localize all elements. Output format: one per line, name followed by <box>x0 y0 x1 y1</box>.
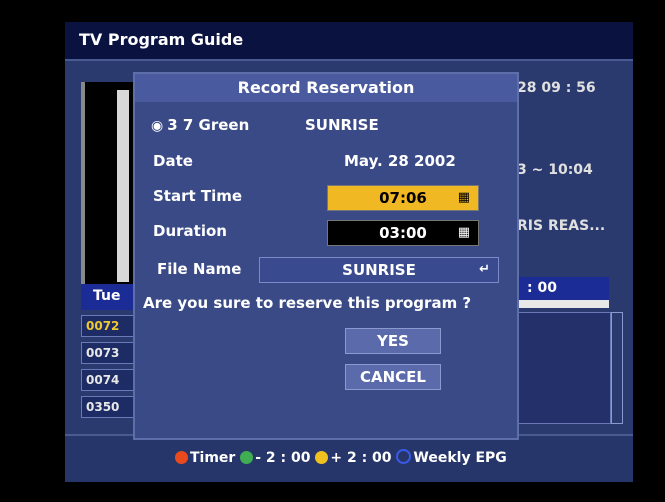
dialog-title: Record Reservation <box>135 74 517 102</box>
file-name-label: File Name <box>157 260 242 278</box>
date-label: Date <box>153 152 193 170</box>
cancel-button[interactable]: CANCEL <box>345 364 441 390</box>
minus-label: - 2 : 00 <box>255 450 311 466</box>
time-indicator-bar <box>517 300 609 308</box>
time-tab-label: : 00 <box>527 280 557 296</box>
duration-label: Duration <box>153 222 227 240</box>
tv-icon: ◉ <box>151 118 164 134</box>
plus-label: + 2 : 00 <box>330 450 392 466</box>
keypad-icon: ▦ <box>457 190 470 205</box>
legend: Timer - 2 : 00 + 2 : 00 Weekly EPG <box>175 449 507 466</box>
keypad-icon: ▦ <box>457 225 470 240</box>
channel-info: ◉ 3 7 Green <box>151 116 249 134</box>
clock-text: 28 09 : 56 <box>517 80 596 96</box>
channel-item[interactable]: 0350 <box>81 396 139 418</box>
blue-dot-icon <box>396 449 412 464</box>
start-time-value: 07:06 <box>379 189 427 207</box>
file-name-field[interactable]: SUNRISE ↵ <box>259 257 499 283</box>
date-tab-label: Tue <box>93 288 121 304</box>
start-time-label: Start Time <box>153 187 243 205</box>
green-dot-icon <box>240 451 254 464</box>
program-name: SUNRISE <box>305 116 379 134</box>
time-range-text: 3 ~ 10:04 <box>517 162 593 178</box>
app-title: TV Program Guide <box>79 30 244 49</box>
channel-name: 3 7 Green <box>167 116 250 134</box>
legend-bar: Timer - 2 : 00 + 2 : 00 Weekly EPG <box>65 434 633 482</box>
file-name-value: SUNRISE <box>342 261 416 279</box>
enter-icon: ↵ <box>479 262 490 277</box>
channel-item[interactable]: 0073 <box>81 342 139 364</box>
date-value: May. 28 2002 <box>344 152 456 170</box>
yellow-dot-icon <box>315 451 329 464</box>
channel-list: 0072 0073 0074 0350 <box>81 312 141 423</box>
start-time-field[interactable]: 07:06 ▦ <box>327 185 479 211</box>
weekly-label: Weekly EPG <box>413 450 507 466</box>
title-bar: TV Program Guide <box>65 22 633 61</box>
duration-value: 03:00 <box>379 224 427 242</box>
preview-image <box>117 90 129 282</box>
timer-label: Timer <box>190 450 236 466</box>
channel-item[interactable]: 0074 <box>81 369 139 391</box>
channel-item[interactable]: 0072 <box>81 315 139 337</box>
record-reservation-dialog: Record Reservation ◉ 3 7 Green SUNRISE Da… <box>133 72 519 440</box>
duration-field[interactable]: 03:00 ▦ <box>327 220 479 246</box>
program-title-text: RIS REAS... <box>517 218 606 234</box>
scrollbar[interactable] <box>611 312 623 424</box>
yes-button[interactable]: YES <box>345 328 441 354</box>
confirm-question: Are you sure to reserve this program ? <box>143 294 472 312</box>
date-tab[interactable]: Tue <box>81 284 139 310</box>
red-dot-icon <box>175 451 188 464</box>
time-tab[interactable]: : 00 <box>517 277 609 301</box>
program-list <box>517 312 611 424</box>
